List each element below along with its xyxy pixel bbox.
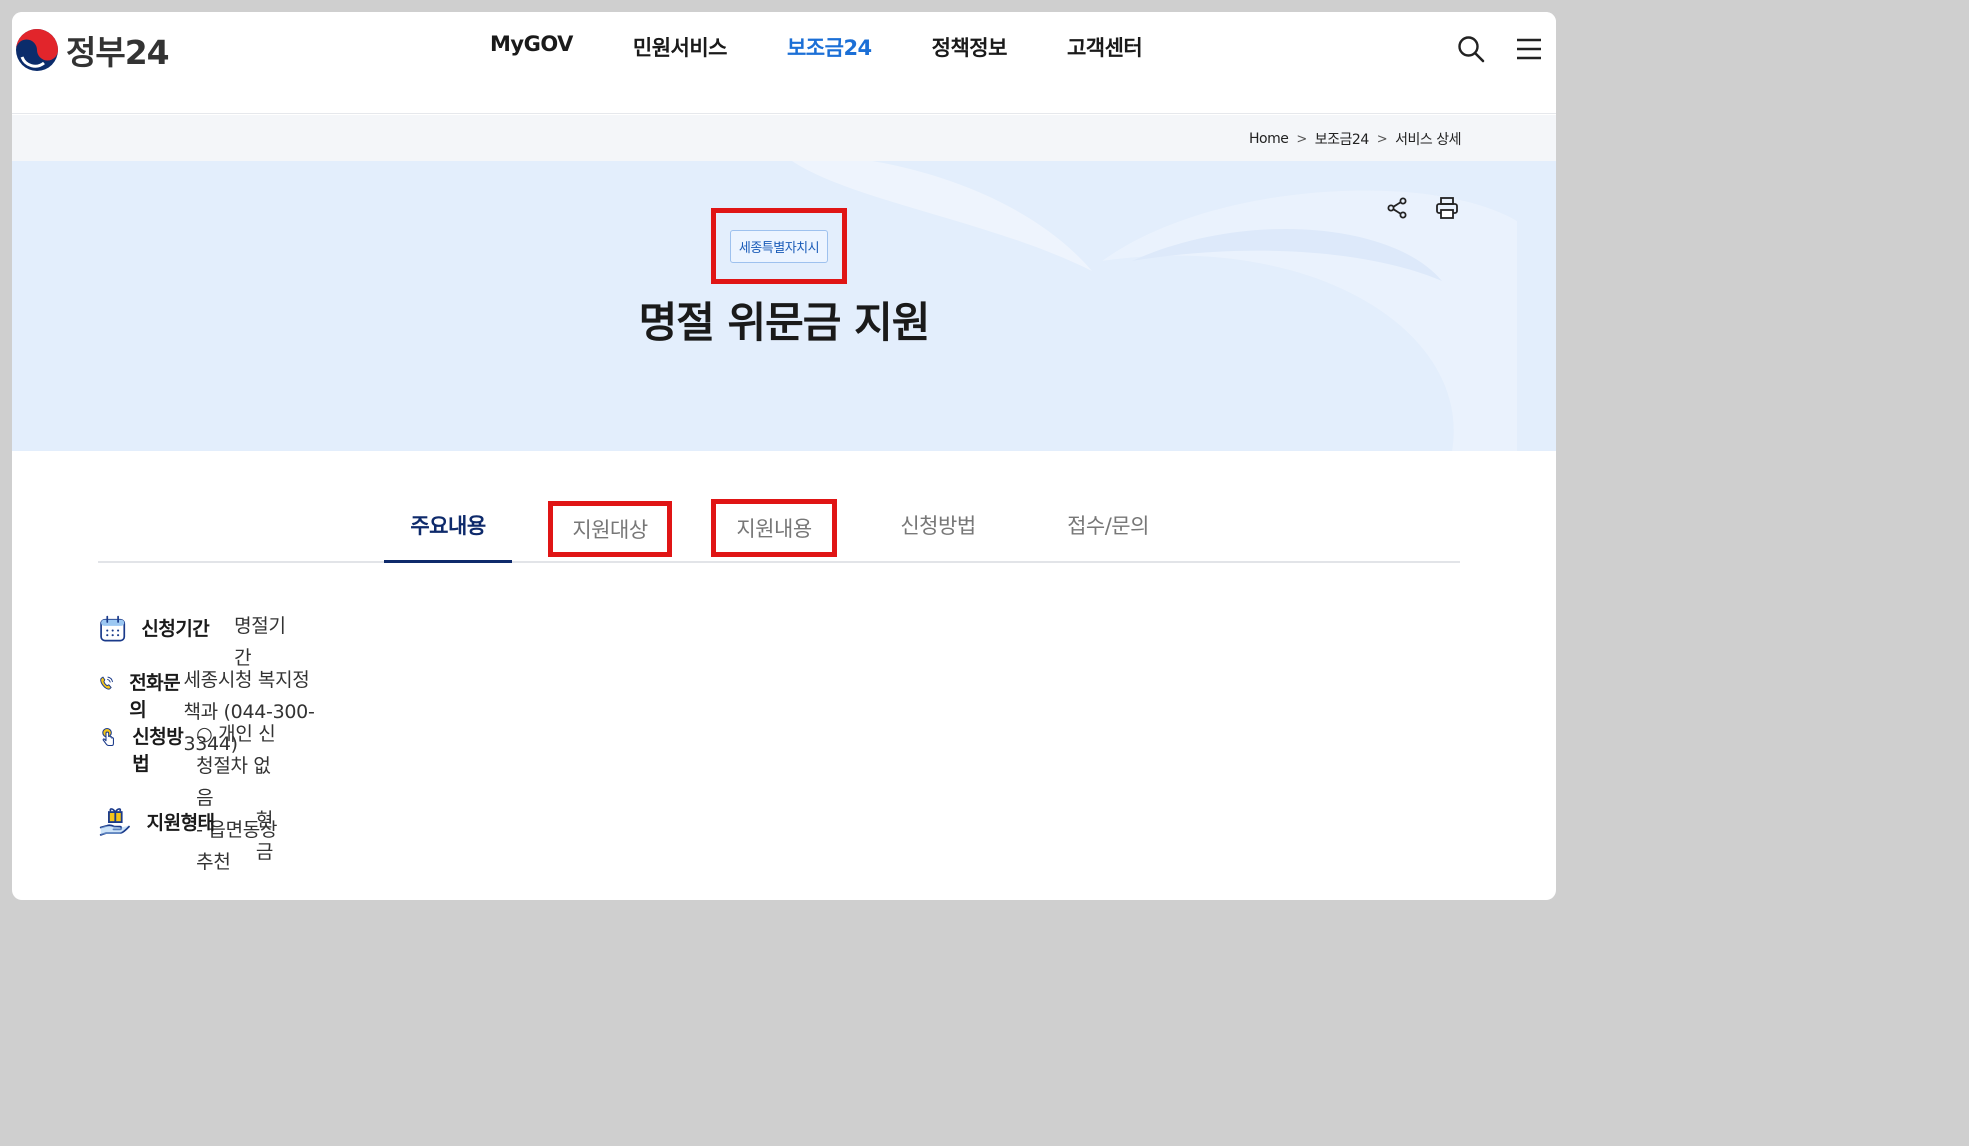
site-header: 정부24 MyGOV 민원서비스 보조금24 정책정보 고객센터: [12, 12, 1556, 114]
search-icon[interactable]: [1456, 34, 1486, 64]
breadcrumb: Home > 보조금24 > 서비스 상세: [1249, 129, 1461, 149]
info-value-line: ○ 개인 신청절차 없음: [196, 723, 276, 809]
page-title: 명절 위문금 지원: [638, 298, 931, 347]
gift-hand-icon: [99, 808, 130, 836]
tab-main-content[interactable]: 주요내용: [384, 489, 512, 563]
site-logo[interactable]: 정부24: [14, 26, 170, 74]
chevron-right-icon: >: [1296, 131, 1307, 147]
nav-item-customer-center[interactable]: 고객센터: [1067, 32, 1143, 62]
hero-actions: [1384, 195, 1460, 221]
main-nav: MyGOV 민원서비스 보조금24 정책정보 고객센터: [490, 32, 1143, 62]
chevron-right-icon: >: [1376, 131, 1388, 147]
nav-item-subsidy24[interactable]: 보조금24: [787, 32, 872, 62]
info-row-support-type: 지원형태 현금: [98, 808, 287, 868]
tab-how-to-apply[interactable]: 신청방법: [888, 489, 988, 561]
share-icon[interactable]: [1384, 195, 1410, 221]
menu-icon[interactable]: [1514, 34, 1544, 64]
nav-item-mygov[interactable]: MyGOV: [490, 32, 573, 62]
header-actions: [1456, 34, 1544, 64]
info-label: 전화문의: [129, 672, 181, 721]
info-label: 신청기간: [141, 618, 210, 640]
content-tabs: 주요내용 지원대상 지원내용 신청방법 접수/문의: [98, 489, 1460, 563]
info-label: 신청방법: [132, 726, 184, 775]
logo-text: 정부24: [66, 33, 170, 72]
breadcrumb-home[interactable]: Home: [1249, 131, 1289, 147]
breadcrumb-service-detail: 서비스 상세: [1395, 132, 1461, 148]
info-label: 지원형태: [146, 812, 215, 834]
service-hero: 세종특별자치시 명절 위문금 지원: [12, 161, 1556, 451]
tab-contact[interactable]: 접수/문의: [1048, 489, 1168, 561]
phone-icon: [100, 676, 113, 690]
nav-item-civil-services[interactable]: 민원서비스: [633, 32, 728, 62]
nav-item-policy-info[interactable]: 정책정보: [932, 32, 1008, 62]
info-value: 현금: [256, 804, 287, 868]
pointer-hand-icon: [102, 727, 114, 747]
breadcrumb-subsidy24[interactable]: 보조금24: [1315, 129, 1369, 149]
breadcrumb-band: Home > 보조금24 > 서비스 상세: [12, 115, 1556, 161]
browser-page: 정부24 MyGOV 민원서비스 보조금24 정책정보 고객센터 Home >: [12, 12, 1556, 900]
taegeuk-logo-icon: [16, 29, 58, 71]
info-value-line: 현금: [255, 809, 274, 863]
region-badge-highlight: 세종특별자치시: [711, 208, 847, 284]
tab-support-details[interactable]: 지원내용: [711, 499, 837, 557]
tab-eligibility[interactable]: 지원대상: [548, 501, 672, 557]
region-badge: 세종특별자치시: [729, 229, 829, 263]
print-icon[interactable]: [1434, 195, 1460, 221]
calendar-icon: [100, 615, 126, 642]
